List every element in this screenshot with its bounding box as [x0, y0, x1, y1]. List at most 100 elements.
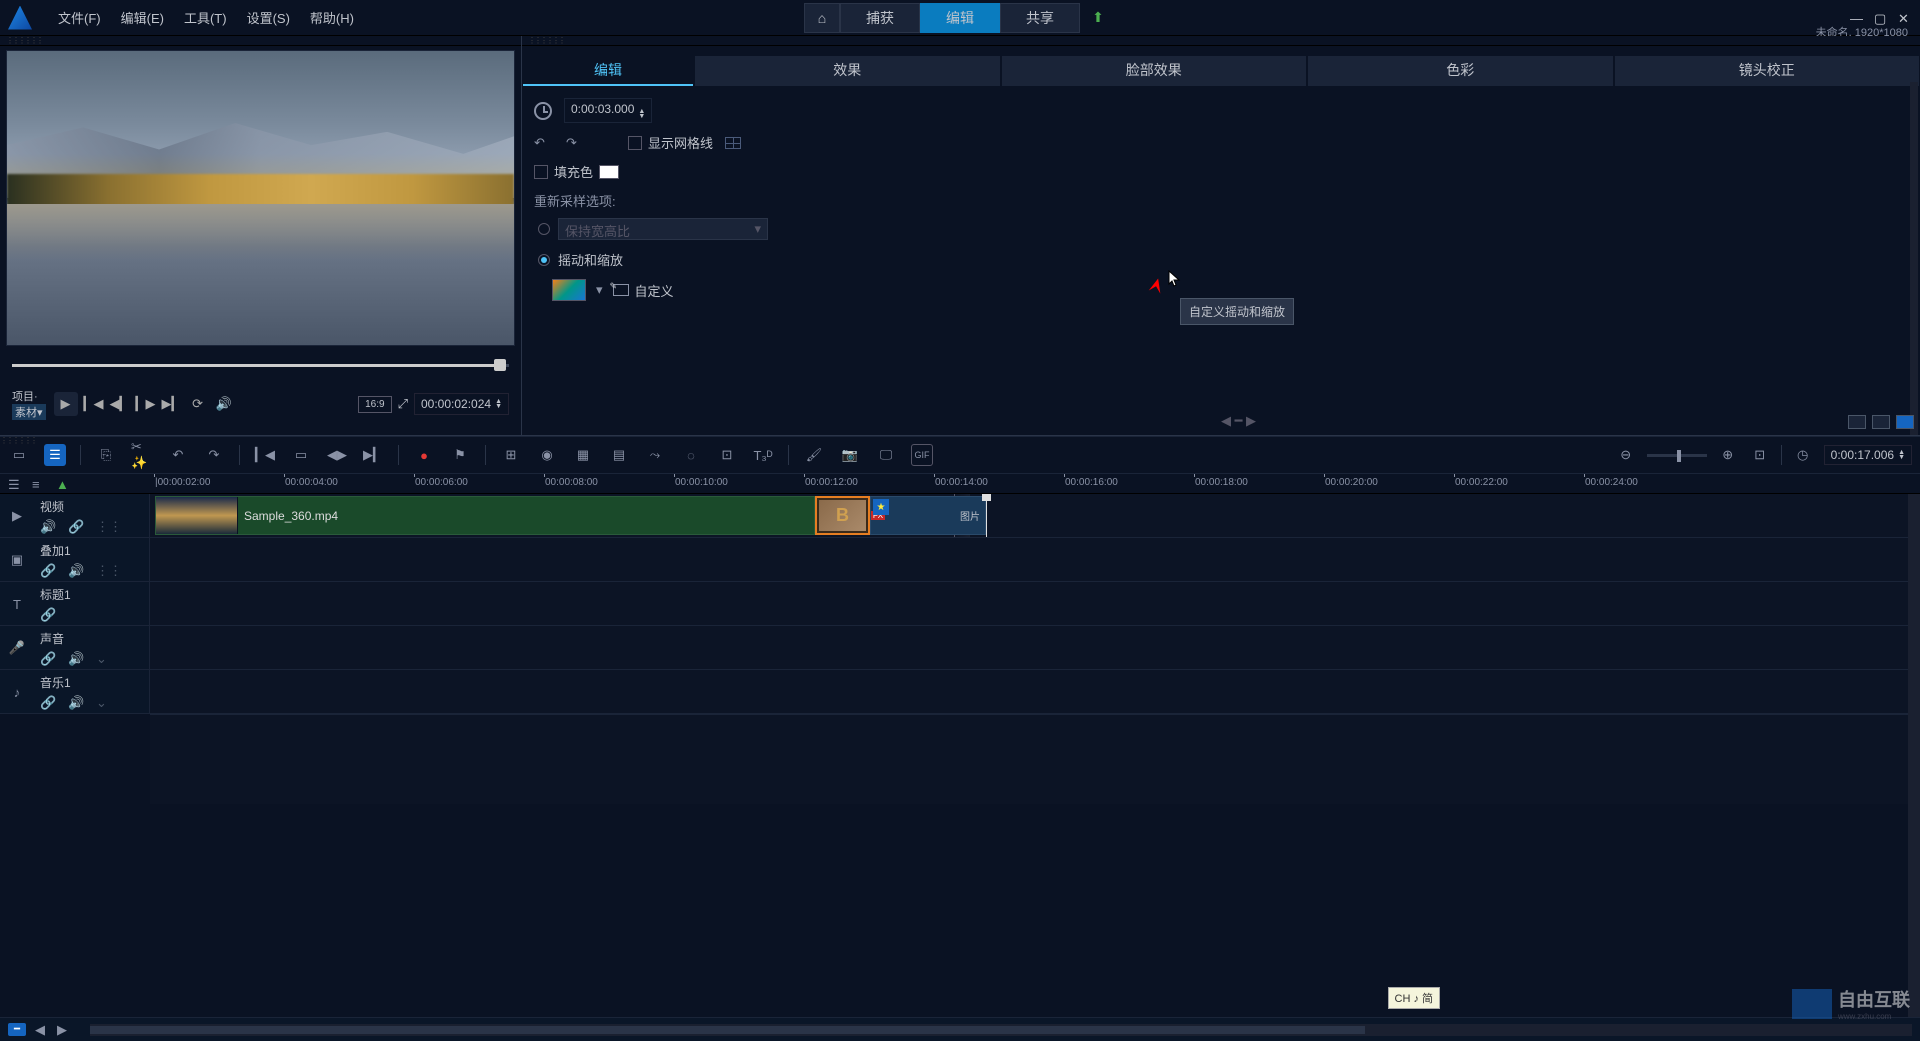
panel-dual-icon[interactable] — [1872, 415, 1890, 429]
timeline-hscroll[interactable] — [90, 1024, 1912, 1036]
loop-button[interactable]: ⟳ — [188, 394, 208, 414]
panel-tab-effect[interactable]: 效果 — [695, 56, 1000, 86]
step-fwd-button[interactable]: ▎▶ — [136, 394, 156, 414]
track-link-icon[interactable]: 🔗 — [40, 563, 54, 577]
track-lock-icon[interactable]: ⋮⋮ — [96, 563, 110, 577]
tool-trim-end-icon[interactable]: ▶▎ — [362, 444, 384, 466]
tool-trim-slide-icon[interactable]: ◀▶ — [326, 444, 348, 466]
track-body-music[interactable] — [150, 670, 1920, 713]
track-mute-icon[interactable]: 🔊 — [68, 563, 82, 577]
tool-painting-icon[interactable]: 🖌 — [803, 444, 825, 466]
restore-button[interactable]: ▢ — [1874, 11, 1888, 25]
playhead[interactable] — [986, 494, 987, 537]
minimize-button[interactable]: — — [1850, 11, 1864, 25]
menu-help[interactable]: 帮助(H) — [300, 4, 364, 31]
tool-gif-icon[interactable]: GIF — [911, 444, 933, 466]
ruler-lock-icon[interactable]: ≡ — [32, 477, 48, 491]
preview-monitor[interactable] — [6, 50, 515, 346]
menu-edit[interactable]: 编辑(E) — [111, 4, 174, 31]
track-manager-chip[interactable]: ━ — [8, 1023, 26, 1036]
go-end-button[interactable]: ▶▎ — [162, 394, 182, 414]
track-link-icon[interactable]: 🔗 — [40, 607, 54, 621]
radio-keep-aspect[interactable] — [538, 223, 550, 235]
menu-file[interactable]: 文件(F) — [48, 4, 111, 31]
preview-mode[interactable]: 项目· 素材▾ — [12, 388, 46, 420]
panel-tab-edit[interactable]: 编辑 — [523, 56, 693, 86]
zoom-fit-icon[interactable]: ⊡ — [1749, 444, 1771, 466]
upload-icon[interactable]: ⬆ — [1092, 9, 1104, 26]
track-link-icon[interactable]: 🔗 — [40, 695, 54, 709]
zoom-in-icon[interactable]: ⊕ — [1717, 444, 1739, 466]
tool-record-icon[interactable]: ● — [413, 444, 435, 466]
redo-icon[interactable]: ↷ — [566, 135, 586, 151]
tool-motion-icon[interactable]: ◌ — [680, 444, 702, 466]
expand-icon[interactable]: ⤢ — [398, 396, 408, 412]
tool-chapter-icon[interactable]: ▦ — [572, 444, 594, 466]
grid-settings-icon[interactable] — [725, 137, 741, 149]
track-body-video[interactable]: Sample_360.mp4 B ★ FX 图片 — [150, 494, 1920, 537]
undo-icon[interactable]: ↶ — [534, 135, 554, 151]
ruler-add-icon[interactable]: ▲ — [56, 477, 72, 491]
clip-image[interactable]: ★ FX 图片 — [870, 496, 986, 535]
clip-transition[interactable]: B — [815, 496, 870, 535]
tab-capture[interactable]: 捕获 — [840, 3, 920, 33]
duration-field[interactable]: 0:00:03.000▲▼ — [564, 98, 652, 123]
tool-subtitle-icon[interactable]: ▤ — [608, 444, 630, 466]
zoom-slider[interactable] — [1647, 454, 1707, 457]
track-mute-icon[interactable]: 🔊 — [68, 651, 82, 665]
storyboard-view-button[interactable]: ▭ — [8, 444, 30, 466]
zoom-out-icon[interactable]: ⊖ — [1615, 444, 1637, 466]
pan-zoom-preset-thumb[interactable] — [552, 279, 586, 301]
tool-screen-icon[interactable]: 🖵 — [875, 444, 897, 466]
pan-zoom-preset-dropdown[interactable]: ▾ — [596, 282, 603, 298]
tool-trim-single-icon[interactable]: ▭ — [290, 444, 312, 466]
panel-layout-icon[interactable] — [1848, 415, 1866, 429]
volume-button[interactable]: 🔊 — [214, 394, 234, 414]
panel-scrollbar[interactable] — [1910, 82, 1918, 435]
track-expand-icon[interactable]: ⌄ — [96, 651, 110, 665]
tool-fx-icon[interactable]: ✂✨ — [131, 444, 153, 466]
tool-3d-title-icon[interactable]: T₃ᴰ — [752, 444, 774, 466]
track-mute-icon[interactable]: 🔊 — [68, 695, 82, 709]
tab-share[interactable]: 共享 — [1000, 3, 1080, 33]
step-back-button[interactable]: ◀▎ — [110, 394, 130, 414]
timeline-timecode[interactable]: 0:00:17.006 ▲▼ — [1824, 445, 1912, 465]
pan-zoom-custom-button[interactable]: 自定义 — [613, 281, 674, 300]
fill-color-checkbox[interactable] — [534, 165, 548, 179]
keep-aspect-dropdown[interactable]: 保持宽高比 — [558, 218, 768, 240]
clip-video[interactable]: Sample_360.mp4 — [155, 496, 815, 535]
show-grid-checkbox[interactable] — [628, 136, 642, 150]
panel-tab-lens[interactable]: 镜头校正 — [1615, 56, 1920, 86]
tool-multicam-icon[interactable]: ⊞ — [500, 444, 522, 466]
tool-insert-icon[interactable]: ⎘ — [95, 444, 117, 466]
tool-trim-start-icon[interactable]: ▎◀ — [254, 444, 276, 466]
tool-marker-icon[interactable]: ⚑ — [449, 444, 471, 466]
panel-tab-face[interactable]: 脸部效果 — [1002, 56, 1307, 86]
pane-grip[interactable] — [0, 36, 521, 46]
preview-scrubber[interactable] — [12, 358, 509, 374]
fill-color-swatch[interactable] — [599, 165, 619, 179]
close-button[interactable]: ✕ — [1898, 11, 1912, 25]
panel-tab-color[interactable]: 色彩 — [1308, 56, 1613, 86]
track-body-overlay[interactable] — [150, 538, 1920, 581]
panel-grip[interactable] — [522, 36, 1920, 46]
tool-mask-icon[interactable]: ◉ — [536, 444, 558, 466]
nav-prev-icon[interactable]: ◀ — [32, 1022, 48, 1038]
track-visible-icon[interactable]: 🔊 — [40, 519, 54, 533]
go-start-button[interactable]: ▎◀ — [84, 394, 104, 414]
menu-settings[interactable]: 设置(S) — [237, 4, 300, 31]
timeline-view-button[interactable]: ☰ — [44, 444, 66, 466]
track-body-title[interactable] — [150, 582, 1920, 625]
menu-tools[interactable]: 工具(T) — [174, 4, 237, 31]
tab-home[interactable]: ⌂ — [804, 3, 840, 33]
tool-redo-icon[interactable]: ↷ — [203, 444, 225, 466]
ruler-list-icon[interactable]: ☰ — [8, 477, 24, 491]
track-link-icon[interactable]: 🔗 — [40, 651, 54, 665]
track-link-icon[interactable]: 🔗 — [68, 519, 82, 533]
aspect-ratio[interactable]: 16:9 — [358, 396, 391, 413]
nav-next-icon[interactable]: ▶ — [54, 1022, 70, 1038]
track-lock-icon[interactable]: ⋮⋮ — [96, 519, 110, 533]
track-expand-icon[interactable]: ⌄ — [96, 695, 110, 709]
preview-timecode[interactable]: 00:00:02:024 ▲▼ — [414, 393, 509, 415]
play-button[interactable]: ▶ — [54, 392, 78, 416]
